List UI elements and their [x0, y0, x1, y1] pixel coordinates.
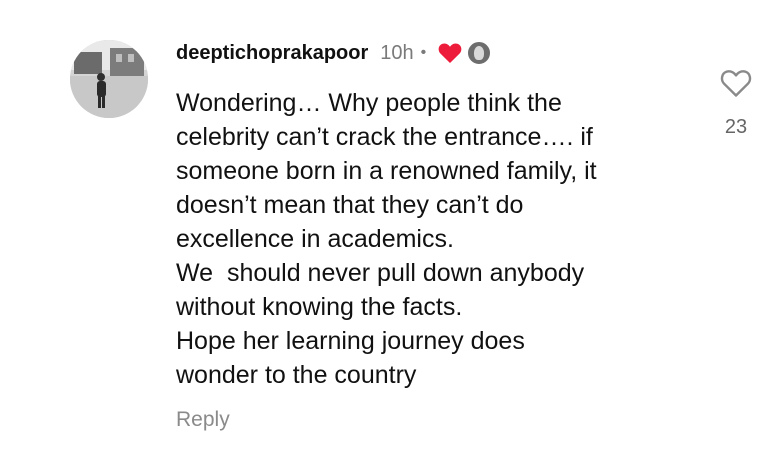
comment-line: We should never pull down anybody	[176, 259, 585, 287]
comment-line: celebrity can’t crack the entrance…. if	[176, 123, 593, 151]
avatar-photo	[70, 40, 148, 118]
separator-dot: •	[420, 44, 427, 61]
like-count: 23	[724, 116, 748, 138]
comment-line: excellence in academics.	[176, 225, 454, 253]
comment: deeptichoprakapoor 10h • Wondering… Why …	[0, 0, 764, 462]
comment-line: Wondering… Why people think the	[176, 89, 562, 117]
user-avatar[interactable]	[70, 40, 148, 118]
timestamp: 10h	[380, 41, 414, 64]
comment-line: doesn’t mean that they can’t do	[176, 191, 524, 219]
comment-line: Hope her learning journey does	[176, 327, 525, 355]
comment-line: someone born in a renowned family, it	[176, 157, 597, 185]
like-area: 23	[712, 68, 760, 139]
reply-button[interactable]: Reply	[176, 408, 230, 432]
comment-line: without knowing the facts.	[176, 293, 463, 321]
comment-line: wonder to the country	[176, 361, 417, 389]
author-avatar-icon	[466, 40, 493, 66]
heart-outline-icon[interactable]	[720, 68, 752, 98]
username[interactable]: deeptichoprakapoor	[176, 42, 368, 65]
red-heart-icon	[438, 42, 462, 64]
comment-text: Wondering… Why people think the celebrit…	[176, 86, 696, 392]
comment-header: deeptichoprakapoor 10h •	[176, 38, 493, 68]
